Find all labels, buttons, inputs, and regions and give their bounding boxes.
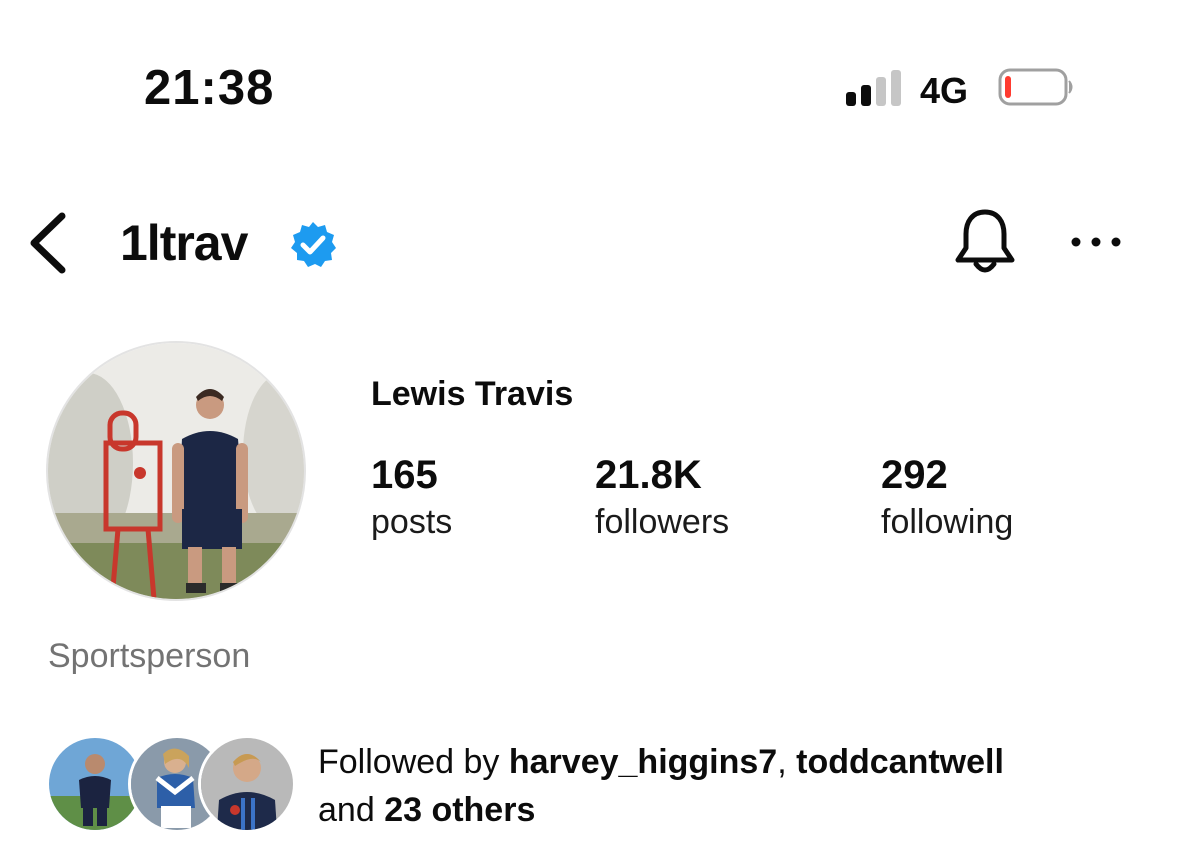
avatar-photo <box>48 343 304 599</box>
status-time: 21:38 <box>144 61 275 115</box>
stat-posts-value: 165 <box>371 453 438 497</box>
followed-by-prefix: Followed by <box>318 743 509 781</box>
stat-followers[interactable]: 21.8K followers <box>595 452 729 546</box>
followed-by-text[interactable]: Followed by harvey_higgins7, toddcantwel… <box>318 738 1158 834</box>
mutual-follower-username: harvey_higgins7 <box>508 743 778 781</box>
network-type-label: 4G <box>920 70 969 111</box>
verified-badge-icon <box>291 222 336 267</box>
profile-username: 1ltrav <box>120 215 248 271</box>
battery-icon <box>998 68 1073 106</box>
chevron-left-icon[interactable] <box>26 210 70 276</box>
mutual-followers-count: 23 others <box>384 791 536 829</box>
followed-by-separator: , <box>777 743 797 781</box>
bell-icon[interactable] <box>952 206 1018 278</box>
stat-following-label: following <box>881 503 1014 541</box>
followed-by-and: and <box>318 791 385 829</box>
profile-full-name: Lewis Travis <box>371 375 574 413</box>
stat-following[interactable]: 292 following <box>881 452 1013 546</box>
stat-posts[interactable]: 165 posts <box>371 452 452 546</box>
follower-avatar[interactable] <box>198 735 296 833</box>
stat-followers-value: 21.8K <box>595 453 702 497</box>
stat-following-value: 292 <box>881 453 948 497</box>
stat-followers-label: followers <box>595 503 730 541</box>
mutual-follower-username: toddcantwell <box>796 743 1004 781</box>
stat-posts-label: posts <box>371 503 453 541</box>
signal-strength-icon <box>846 70 906 106</box>
more-horizontal-icon[interactable] <box>1070 224 1122 260</box>
profile-avatar[interactable] <box>46 341 306 601</box>
profile-category: Sportsperson <box>48 637 251 675</box>
